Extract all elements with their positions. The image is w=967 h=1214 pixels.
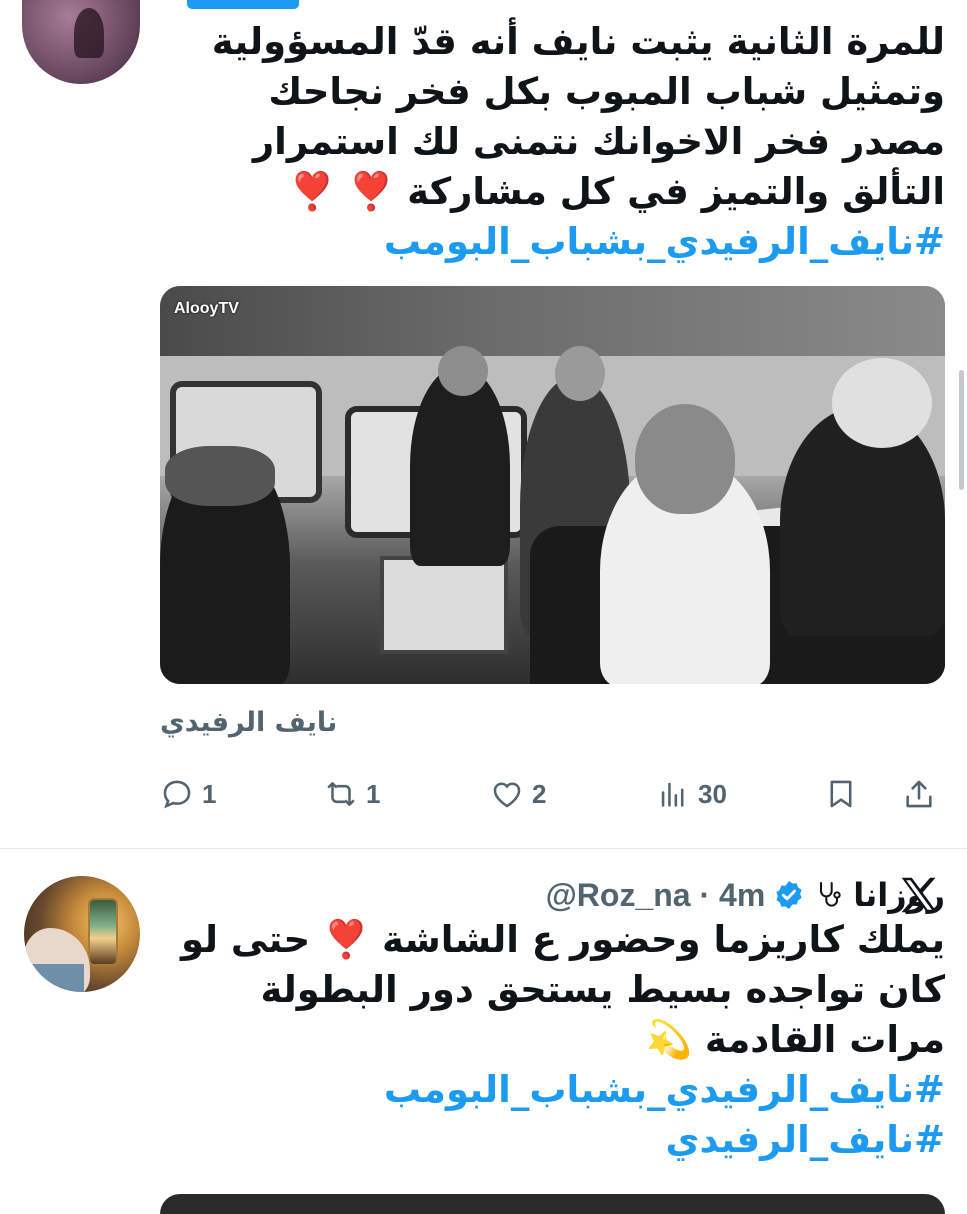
tweet-emoji: ❣️ ❣️: [289, 170, 395, 213]
views-count: 30: [698, 778, 727, 809]
hashtag-link[interactable]: #نايف_الرفيدي_بشباب_البومب: [155, 217, 945, 267]
retweet-count: 1: [366, 778, 381, 809]
tweet-media-image[interactable]: [160, 1194, 945, 1214]
share-button[interactable]: [902, 772, 936, 816]
like-count: 2: [532, 778, 547, 809]
reply-icon: [163, 780, 191, 809]
media-caption: نايف الرفيدي: [160, 707, 338, 738]
bookmark-icon: [830, 780, 852, 808]
x-logo-icon[interactable]: [896, 872, 942, 918]
retweet-icon: [327, 782, 355, 806]
hashtag-link[interactable]: #نايف_الرفيدي_بشباب_البومب: [155, 1065, 945, 1115]
hashtag-link[interactable]: #نايف_الرفيدي: [155, 1115, 945, 1165]
like-icon: [493, 782, 521, 808]
like-button[interactable]: 2: [490, 772, 546, 816]
tweet-body: يملك كاريزما وحضور ع الشاشة ❣️ حتى لو كا…: [180, 918, 945, 1061]
avatar-figure: [74, 8, 104, 58]
media-person-head: [832, 358, 932, 448]
media-watermark: AlooyTV: [174, 300, 239, 317]
tweet-header: روزانا @Roz_na · 4m: [155, 870, 945, 920]
bookmark-button[interactable]: [824, 772, 858, 816]
tweet-actions: 1 1 2 30: [160, 772, 945, 816]
media-table: [380, 556, 508, 654]
avatar[interactable]: [22, 0, 140, 84]
views-button[interactable]: 30: [656, 772, 727, 816]
retweet-button[interactable]: 1: [324, 772, 380, 816]
media-person-head: [438, 346, 488, 396]
tweet-media-image[interactable]: AlooyTV: [160, 286, 945, 684]
scrollbar-thumb[interactable]: [959, 370, 964, 490]
avatar[interactable]: [24, 876, 140, 992]
tweet-text: يملك كاريزما وحضور ع الشاشة ❣️ حتى لو كا…: [155, 915, 945, 1165]
reply-button[interactable]: 1: [160, 772, 216, 816]
media-person-head: [165, 446, 275, 506]
tweet-divider: [0, 848, 967, 849]
avatar-sleeve: [24, 964, 84, 992]
media-person-head: [635, 404, 735, 514]
top-scroll-indicator: [187, 0, 299, 9]
media-background: [160, 286, 945, 356]
stethoscope-icon: [820, 882, 841, 907]
views-icon: [661, 782, 684, 807]
verified-icon: [776, 881, 802, 909]
tweet-text: للمرة الثانية يثبت نايف أنه قدّ المسؤولي…: [155, 17, 945, 267]
avatar-lantern: [88, 898, 118, 966]
share-icon: [906, 780, 932, 808]
handle-and-time[interactable]: @Roz_na · 4m: [546, 877, 766, 914]
media-person: [410, 366, 510, 566]
media-person-head: [555, 346, 605, 401]
reply-count: 1: [202, 778, 217, 809]
